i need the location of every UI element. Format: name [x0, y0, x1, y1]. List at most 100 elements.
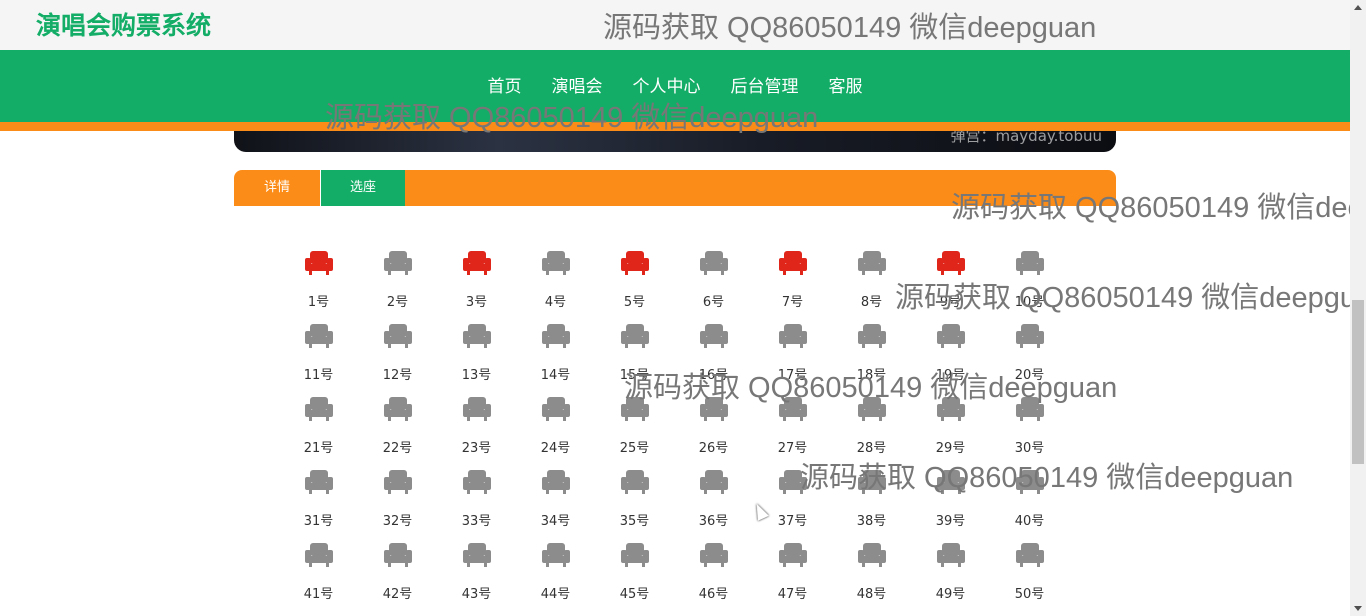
seat-number: 22号: [382, 441, 413, 456]
nav-item-profile[interactable]: 个人中心: [633, 72, 701, 97]
seat[interactable]: 11号: [279, 323, 358, 396]
seat-number: 11号: [303, 368, 334, 383]
armchair-icon: [699, 324, 728, 348]
seat-number: 43号: [461, 587, 492, 602]
seat[interactable]: 30号: [990, 396, 1069, 469]
armchair-icon: [620, 470, 649, 494]
seat[interactable]: 14号: [516, 323, 595, 396]
seat-number: 5号: [623, 295, 646, 310]
seat[interactable]: 13号: [437, 323, 516, 396]
seat[interactable]: 22号: [358, 396, 437, 469]
seat-number: 14号: [540, 368, 571, 383]
armchair-icon: [383, 397, 412, 421]
scroll-down-arrow-icon[interactable]: [1354, 606, 1362, 611]
seat[interactable]: 3号: [437, 250, 516, 323]
armchair-icon: [304, 397, 333, 421]
seat[interactable]: 36号: [674, 469, 753, 542]
seat[interactable]: 12号: [358, 323, 437, 396]
seat[interactable]: 8号: [832, 250, 911, 323]
seat[interactable]: 41号: [279, 542, 358, 615]
seat[interactable]: 44号: [516, 542, 595, 615]
seat-number: 41号: [303, 587, 334, 602]
seat-number: 18号: [856, 368, 887, 383]
seat[interactable]: 29号: [911, 396, 990, 469]
seat[interactable]: 45号: [595, 542, 674, 615]
seat[interactable]: 39号: [911, 469, 990, 542]
seat[interactable]: 15号: [595, 323, 674, 396]
seat[interactable]: 24号: [516, 396, 595, 469]
seat-number: 29号: [935, 441, 966, 456]
seat-number: 13号: [461, 368, 492, 383]
armchair-icon: [620, 251, 649, 275]
top-header: 演唱会购票系统: [0, 0, 1350, 50]
seat[interactable]: 10号: [990, 250, 1069, 323]
seat[interactable]: 48号: [832, 542, 911, 615]
seat[interactable]: 4号: [516, 250, 595, 323]
site-title[interactable]: 演唱会购票系统: [36, 6, 211, 42]
armchair-icon: [936, 397, 965, 421]
armchair-icon: [857, 324, 886, 348]
armchair-icon: [936, 543, 965, 567]
seat[interactable]: 37号: [753, 469, 832, 542]
scroll-up-arrow-icon[interactable]: [1354, 5, 1362, 10]
seat[interactable]: 27号: [753, 396, 832, 469]
nav-item-concerts[interactable]: 演唱会: [552, 72, 603, 97]
seat[interactable]: 20号: [990, 323, 1069, 396]
armchair-icon: [541, 397, 570, 421]
seat[interactable]: 34号: [516, 469, 595, 542]
seat[interactable]: 9号: [911, 250, 990, 323]
seat-number: 3号: [465, 295, 488, 310]
tab-seat-selection[interactable]: 选座: [320, 170, 405, 206]
nav-item-admin[interactable]: 后台管理: [731, 72, 799, 97]
seat[interactable]: 7号: [753, 250, 832, 323]
seat[interactable]: 6号: [674, 250, 753, 323]
seat[interactable]: 28号: [832, 396, 911, 469]
seat[interactable]: 50号: [990, 542, 1069, 615]
seat[interactable]: 35号: [595, 469, 674, 542]
seat[interactable]: 2号: [358, 250, 437, 323]
seat[interactable]: 1号: [279, 250, 358, 323]
seat[interactable]: 23号: [437, 396, 516, 469]
seat-number: 44号: [540, 587, 571, 602]
seat[interactable]: 38号: [832, 469, 911, 542]
seat[interactable]: 19号: [911, 323, 990, 396]
nav-item-support[interactable]: 客服: [829, 72, 863, 97]
seat[interactable]: 49号: [911, 542, 990, 615]
seat-number: 17号: [777, 368, 808, 383]
armchair-icon: [1015, 251, 1044, 275]
seat[interactable]: 25号: [595, 396, 674, 469]
seat[interactable]: 31号: [279, 469, 358, 542]
seat[interactable]: 21号: [279, 396, 358, 469]
seat[interactable]: 16号: [674, 323, 753, 396]
armchair-icon: [304, 470, 333, 494]
armchair-icon: [857, 397, 886, 421]
seat[interactable]: 46号: [674, 542, 753, 615]
seat-number: 45号: [619, 587, 650, 602]
seat[interactable]: 18号: [832, 323, 911, 396]
seat-number: 1号: [307, 295, 330, 310]
nav-item-home[interactable]: 首页: [488, 72, 522, 97]
page-scrollbar[interactable]: [1350, 0, 1366, 616]
banner-caption: 弹宫：mayday.tobuu: [950, 131, 1103, 145]
armchair-icon: [383, 251, 412, 275]
seat[interactable]: 32号: [358, 469, 437, 542]
seat-number: 19号: [935, 368, 966, 383]
seat[interactable]: 33号: [437, 469, 516, 542]
armchair-icon: [462, 251, 491, 275]
seat[interactable]: 47号: [753, 542, 832, 615]
seat-number: 9号: [939, 295, 962, 310]
scroll-thumb[interactable]: [1352, 300, 1364, 464]
seat-number: 26号: [698, 441, 729, 456]
armchair-icon: [699, 397, 728, 421]
seat[interactable]: 42号: [358, 542, 437, 615]
armchair-icon: [620, 324, 649, 348]
seat[interactable]: 26号: [674, 396, 753, 469]
armchair-icon: [857, 543, 886, 567]
tab-detail[interactable]: 详情: [234, 170, 320, 206]
seat[interactable]: 5号: [595, 250, 674, 323]
seat-number: 38号: [856, 514, 887, 529]
seat[interactable]: 40号: [990, 469, 1069, 542]
seat[interactable]: 43号: [437, 542, 516, 615]
armchair-icon: [778, 470, 807, 494]
seat[interactable]: 17号: [753, 323, 832, 396]
